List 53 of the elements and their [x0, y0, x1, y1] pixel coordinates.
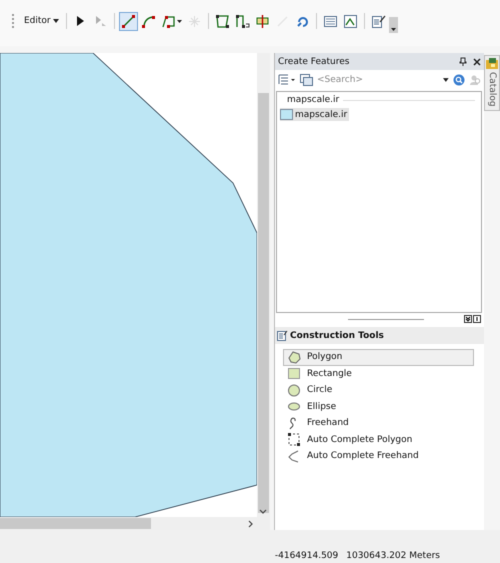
- construction-tool-item[interactable]: Polygon: [283, 349, 474, 366]
- construction-tool-item[interactable]: Rectangle: [283, 366, 474, 382]
- scroll-thumb[interactable]: [258, 93, 269, 513]
- construction-tool-item[interactable]: Ellipse: [283, 398, 474, 415]
- construction-tool-item[interactable]: Auto Complete Polygon: [283, 432, 474, 448]
- catalog-icon: [486, 58, 498, 69]
- pin-icon[interactable]: [459, 57, 467, 66]
- dropdown-icon[interactable]: [52, 19, 59, 23]
- dropdown-icon: [390, 28, 396, 31]
- section-title: Construction Tools: [290, 330, 384, 340]
- polygon-icon: [287, 350, 301, 365]
- construction-tools-icon: [277, 330, 288, 341]
- close-icon[interactable]: [473, 58, 481, 66]
- construction-tool-item[interactable]: Circle: [283, 382, 474, 398]
- rectangle-icon: [287, 366, 301, 382]
- circle-icon: [287, 382, 301, 398]
- vertices-icon: [214, 14, 230, 28]
- horizontal-scrollbar[interactable]: [0, 517, 270, 530]
- search-field[interactable]: <Search>: [317, 74, 442, 84]
- panel-title: Create Features: [278, 56, 350, 66]
- point-icon: [186, 14, 202, 28]
- group-header: mapscale.ir: [287, 95, 340, 105]
- scroll-right-icon[interactable]: [248, 520, 254, 528]
- search-icon[interactable]: [453, 74, 465, 86]
- auto-complete-freehand-icon: [287, 448, 301, 464]
- toolbar-overflow-button[interactable]: [388, 17, 398, 33]
- trace-icon: [160, 14, 176, 28]
- auto-complete-polygon-icon: [287, 432, 301, 448]
- dropdown-icon[interactable]: [443, 78, 449, 82]
- templates-window-icon[interactable]: [300, 74, 313, 86]
- construction-tool-item[interactable]: Freehand: [283, 415, 474, 432]
- cut-polygon-icon: [254, 14, 270, 28]
- catalog-tab[interactable]: Catalog: [484, 55, 500, 111]
- template-item[interactable]: mapscale.ir: [280, 108, 350, 121]
- editor-menu[interactable]: Editor: [21, 14, 62, 28]
- reshape-icon: [234, 14, 250, 28]
- vertical-scrollbar[interactable]: [257, 53, 270, 517]
- create-features-icon: [370, 14, 386, 28]
- coordinate-text: 1030643.202 Meters: [346, 551, 440, 561]
- organize-templates-icon[interactable]: [278, 74, 296, 86]
- construction-tool-item[interactable]: Auto Complete Freehand: [283, 448, 474, 464]
- scroll-down-icon[interactable]: [259, 509, 267, 515]
- polygon-symbol-icon: [280, 109, 293, 120]
- attributes-table-icon: [322, 14, 338, 28]
- tool-button[interactable]: [118, 12, 138, 30]
- dropdown-icon[interactable]: [176, 20, 182, 22]
- sketch-properties-icon: [342, 14, 358, 28]
- collapse-icon[interactable]: [464, 315, 472, 323]
- info-icon[interactable]: [473, 315, 481, 323]
- coordinate-text: -4164914.509: [274, 551, 338, 561]
- arc-segment-icon: [140, 14, 156, 28]
- line-segment-icon: [120, 14, 136, 28]
- scroll-thumb[interactable]: [0, 518, 151, 529]
